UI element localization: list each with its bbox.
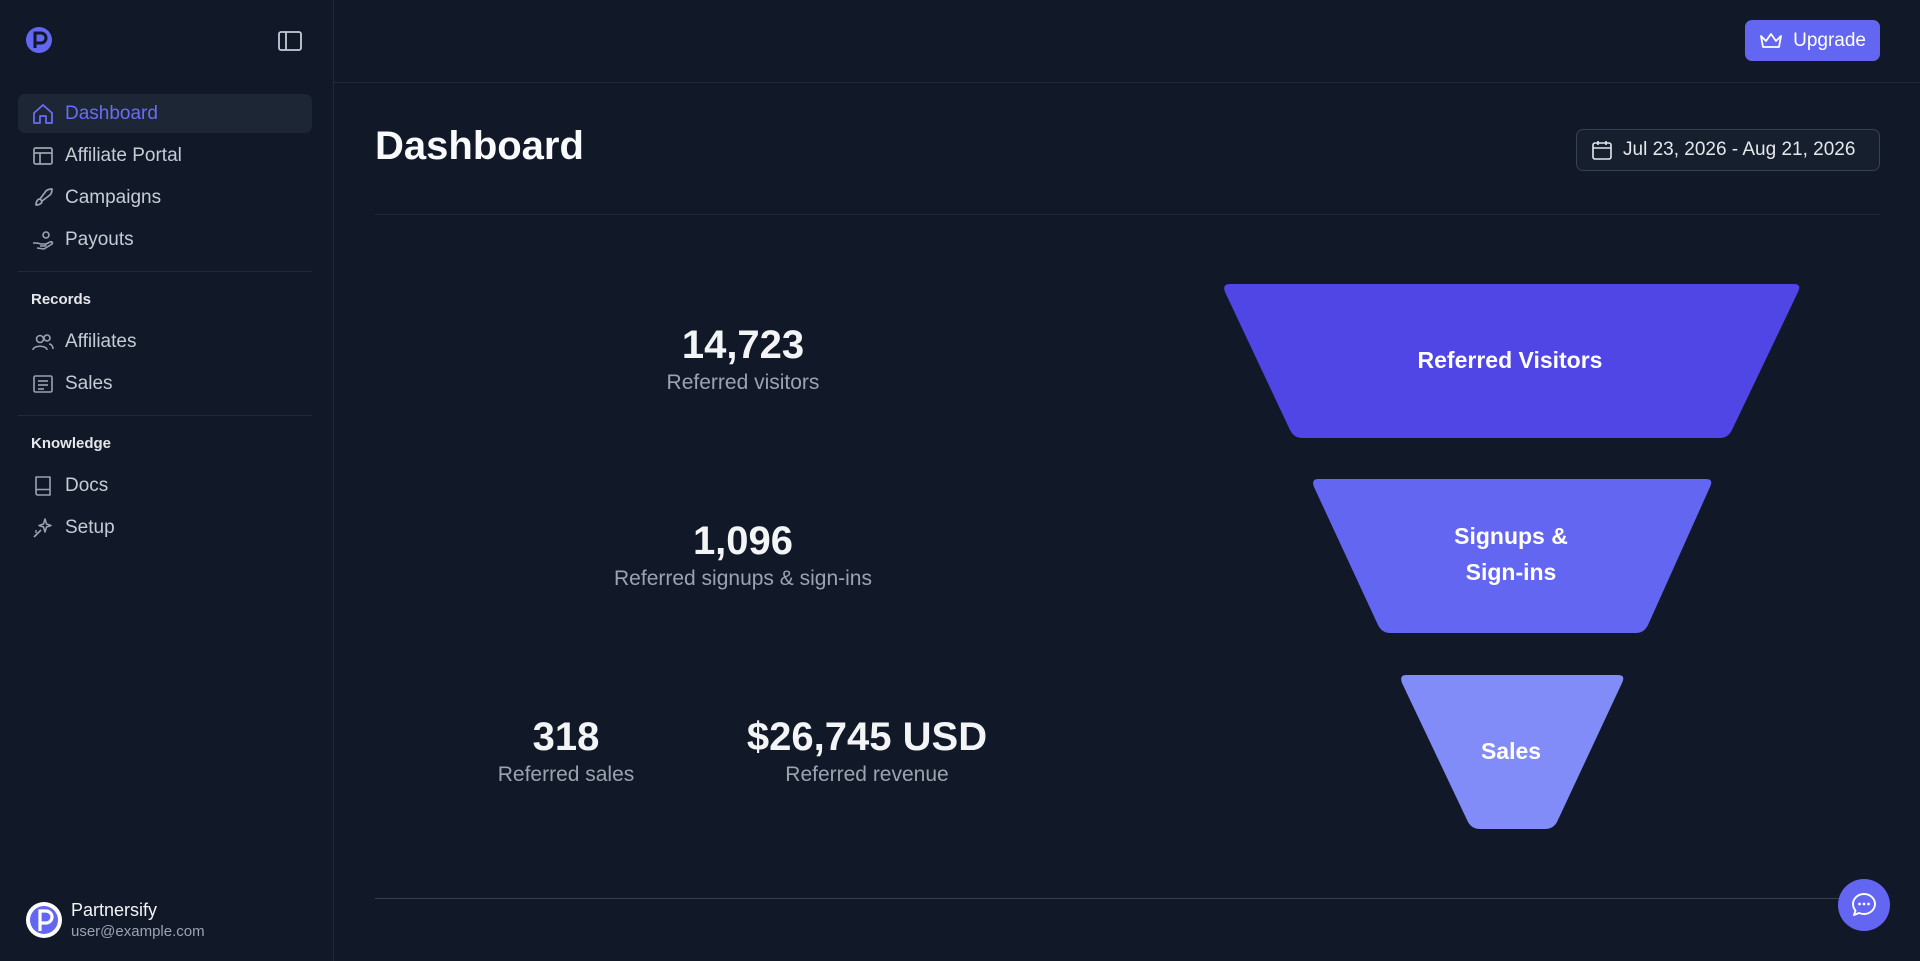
sidebar-item-setup[interactable]: Setup bbox=[18, 508, 312, 547]
chat-button[interactable] bbox=[1838, 879, 1890, 931]
sidebar-item-label: Docs bbox=[65, 474, 109, 496]
nav-divider bbox=[18, 271, 312, 272]
avatar bbox=[26, 902, 62, 938]
sidebar-item-affiliates[interactable]: Affiliates bbox=[18, 322, 312, 361]
records-heading: Records bbox=[31, 291, 92, 308]
sidebar-item-label: Campaigns bbox=[65, 186, 162, 208]
sidebar-nav: Dashboard Affiliate Portal Campaigns Pay… bbox=[18, 94, 312, 550]
sidebar-item-docs[interactable]: Docs bbox=[18, 466, 312, 505]
sidebar-item-campaigns[interactable]: Campaigns bbox=[18, 178, 312, 217]
user-profile[interactable]: Partnersify user@example.com bbox=[25, 900, 205, 940]
home-icon bbox=[33, 103, 53, 124]
stat-visitors: 14,723 Referred visitors bbox=[643, 323, 843, 395]
partnersify-logo[interactable] bbox=[25, 26, 53, 54]
stat-value: 14,723 bbox=[681, 323, 805, 367]
upgrade-button[interactable]: Upgrade bbox=[1745, 20, 1880, 61]
stat-value: 318 bbox=[532, 715, 600, 759]
divider bbox=[375, 214, 1880, 215]
stat-label: Referred signups & sign-ins bbox=[614, 567, 872, 590]
knowledge-heading: Knowledge bbox=[31, 435, 112, 452]
sidebar-item-sales[interactable]: Sales bbox=[18, 364, 312, 403]
upgrade-label: Upgrade bbox=[1793, 29, 1866, 51]
sidebar-item-label: Setup bbox=[65, 516, 115, 538]
funnel-label-visitors: Referred Visitors bbox=[1418, 347, 1603, 373]
chat-bubble-icon bbox=[1852, 893, 1876, 916]
stat-value: 1,096 bbox=[692, 519, 794, 563]
user-name: Partnersify bbox=[71, 900, 158, 920]
stat-label: Referred sales bbox=[497, 763, 635, 786]
receipt-icon bbox=[33, 374, 53, 393]
nav-divider bbox=[18, 415, 312, 416]
sparkle-icon bbox=[33, 517, 52, 538]
conversion-funnel: Referred Visitors Signups & Sign-ins Sal… bbox=[1224, 284, 1800, 829]
crown-icon bbox=[1760, 32, 1783, 48]
page-title: Dashboard bbox=[375, 124, 584, 168]
book-icon bbox=[35, 475, 51, 496]
stat-label: Referred visitors bbox=[666, 371, 820, 394]
stat-signups: 1,096 Referred signups & sign-ins bbox=[593, 519, 893, 591]
sidebar-item-affiliate-portal[interactable]: Affiliate Portal bbox=[18, 136, 312, 175]
stat-revenue: $26,745 USD Referred revenue bbox=[727, 715, 1007, 787]
stat-label: Referred revenue bbox=[785, 763, 949, 786]
stat-sales: 318 Referred sales bbox=[485, 715, 647, 787]
date-range-label: Jul 23, 2026 - Aug 21, 2026 bbox=[1623, 139, 1856, 160]
hand-coins-icon bbox=[33, 230, 54, 250]
users-icon bbox=[32, 333, 54, 350]
sidebar-item-label: Sales bbox=[65, 372, 113, 394]
sidebar-item-payouts[interactable]: Payouts bbox=[18, 220, 312, 259]
sidebar: Dashboard Affiliate Portal Campaigns Pay… bbox=[0, 0, 334, 961]
sidebar-item-label: Affiliates bbox=[65, 330, 137, 352]
funnel-label-sales: Sales bbox=[1481, 738, 1541, 764]
date-range-picker[interactable]: Jul 23, 2026 - Aug 21, 2026 bbox=[1576, 129, 1880, 171]
stat-value: $26,745 USD bbox=[746, 715, 988, 759]
calendar-icon bbox=[1592, 141, 1612, 160]
sidebar-item-dashboard[interactable]: Dashboard bbox=[18, 94, 312, 133]
sidebar-item-label: Dashboard bbox=[65, 102, 158, 124]
funnel-label-signups-line2: Sign-ins bbox=[1466, 559, 1557, 585]
sidebar-item-label: Affiliate Portal bbox=[65, 144, 182, 166]
topbar: Upgrade bbox=[334, 0, 1920, 83]
layout-icon bbox=[33, 146, 53, 165]
funnel-label-signups-line1: Signups & bbox=[1454, 523, 1568, 549]
sidebar-toggle-icon[interactable] bbox=[277, 30, 303, 52]
sidebar-item-label: Payouts bbox=[65, 228, 134, 250]
user-email: user@example.com bbox=[71, 923, 205, 940]
funnel-stage-signups bbox=[1313, 479, 1712, 633]
divider bbox=[375, 898, 1880, 899]
rocket-icon bbox=[35, 187, 53, 206]
